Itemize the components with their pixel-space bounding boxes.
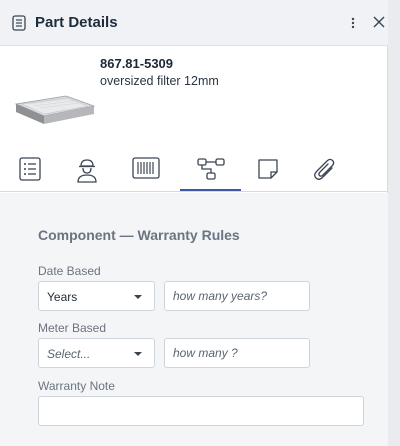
part-summary: 867.81-5309 oversized filter 12mm	[0, 46, 388, 146]
date-based-select-value: Years	[47, 290, 78, 304]
warranty-note-label: Warranty Note	[38, 379, 115, 393]
date-based-amount-input[interactable]	[164, 281, 310, 311]
tab-workers[interactable]	[62, 146, 112, 192]
paperclip-icon	[314, 158, 335, 180]
tab-details[interactable]	[5, 146, 55, 192]
part-details-panel: Part Details 867.81-5309 oversized filte…	[0, 0, 388, 446]
worker-icon	[77, 159, 97, 183]
part-number: 867.81-5309	[100, 56, 174, 71]
document-icon	[12, 15, 26, 31]
warranty-note-input[interactable]	[38, 396, 364, 426]
part-description: oversized filter 12mm	[100, 74, 219, 88]
chevron-down-icon	[134, 352, 142, 356]
section-title: Component — Warranty Rules	[38, 227, 240, 243]
meter-based-amount-input[interactable]	[164, 338, 310, 368]
more-vertical-icon[interactable]	[348, 15, 358, 31]
tab-structure[interactable]	[180, 146, 241, 191]
note-icon	[258, 159, 278, 179]
structure-icon	[196, 158, 225, 180]
date-based-label: Date Based	[38, 264, 101, 278]
meter-based-select-value: Select...	[47, 347, 91, 361]
date-based-select[interactable]: Years	[38, 281, 155, 311]
panel-title: Part Details	[35, 14, 118, 31]
meter-based-select[interactable]: Select...	[38, 338, 155, 368]
barcode-icon	[132, 157, 160, 179]
chevron-down-icon	[134, 295, 142, 299]
panel-header: Part Details	[0, 0, 388, 46]
filter-thumbnail	[14, 95, 96, 124]
tab-notes[interactable]	[243, 146, 293, 192]
warranty-rules-section: Component — Warranty Rules Date Based Ye…	[0, 193, 388, 446]
close-icon[interactable]	[373, 16, 385, 28]
list-icon	[19, 157, 41, 181]
detail-tabs	[0, 146, 388, 192]
tab-attachments[interactable]	[300, 146, 350, 192]
tab-barcode[interactable]	[121, 146, 171, 192]
meter-based-label: Meter Based	[38, 321, 107, 335]
